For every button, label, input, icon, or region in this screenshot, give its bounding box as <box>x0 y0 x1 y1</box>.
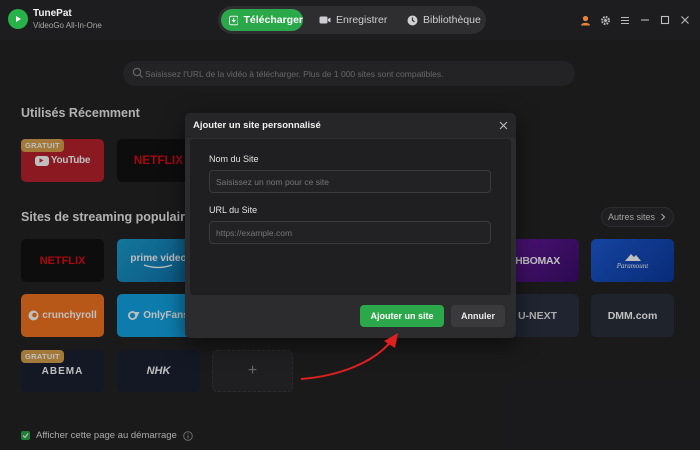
settings-icon[interactable] <box>598 13 612 27</box>
app-subtitle: VideoGo All-In-One <box>33 21 102 30</box>
site-url-field[interactable] <box>209 221 491 244</box>
site-name-label: Nom du Site <box>209 154 259 164</box>
add-custom-site-dialog: Ajouter un site personnalisé Nom du Site… <box>185 113 516 338</box>
tab-label: Enregistrer <box>336 14 388 26</box>
tab-telecharger[interactable]: Télécharger <box>221 9 303 31</box>
clock-icon <box>407 15 418 25</box>
tab-bibliotheque[interactable]: Bibliothèque <box>402 9 484 31</box>
minimize-icon[interactable] <box>638 13 652 27</box>
close-icon[interactable] <box>678 13 692 27</box>
close-icon[interactable] <box>497 119 509 131</box>
menu-icon[interactable] <box>618 13 632 27</box>
app-logo <box>8 9 28 29</box>
dialog-header: Ajouter un site personnalisé <box>185 113 516 138</box>
dialog-body: Nom du Site URL du Site <box>190 139 511 295</box>
maximize-icon[interactable] <box>658 13 672 27</box>
tab-enregistrer[interactable]: Enregistrer <box>314 9 392 31</box>
main-tabs: Télécharger Enregistrer Bibliothèque <box>218 6 486 34</box>
site-url-input[interactable] <box>210 222 490 243</box>
account-icon[interactable] <box>578 13 592 27</box>
title-bar: TunePat VideoGo All-In-One Télécharger E… <box>0 0 700 40</box>
cancel-button[interactable]: Annuler <box>451 305 505 327</box>
site-name-field[interactable] <box>209 170 491 193</box>
site-name-input[interactable] <box>210 171 490 192</box>
tab-label: Télécharger <box>243 14 303 26</box>
site-url-label: URL du Site <box>209 205 258 215</box>
dialog-title: Ajouter un site personnalisé <box>193 120 321 131</box>
add-site-button[interactable]: Ajouter un site <box>360 305 444 327</box>
tab-label: Bibliothèque <box>423 14 481 26</box>
app-name: TunePat <box>33 8 72 19</box>
video-camera-icon <box>319 16 331 24</box>
download-icon <box>229 15 239 25</box>
